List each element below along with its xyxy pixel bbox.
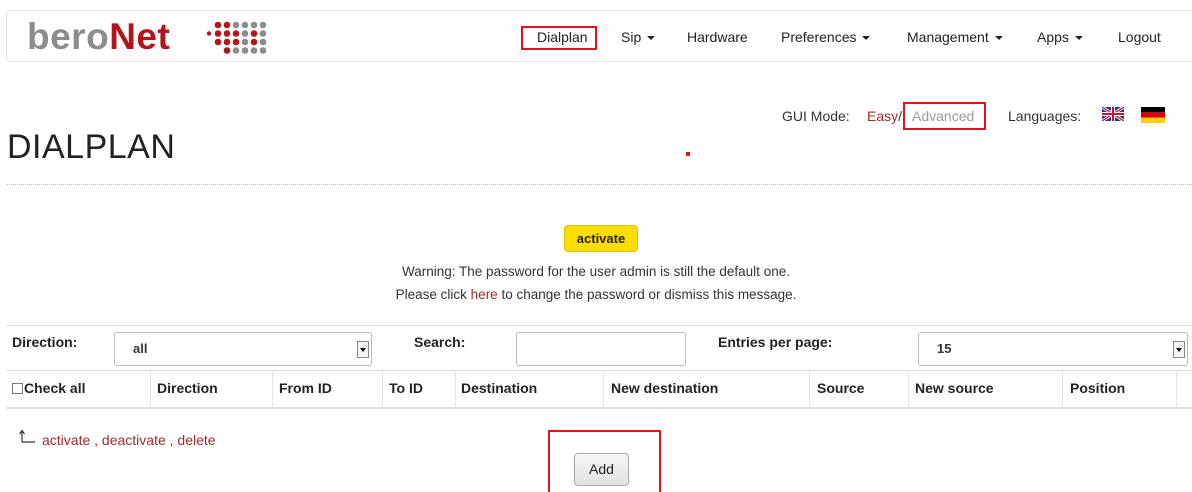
- bulk-delete-link[interactable]: delete: [177, 432, 215, 448]
- column-separator: [150, 371, 151, 408]
- divider: [7, 184, 1192, 185]
- gui-mode-label: GUI Mode:: [782, 108, 850, 124]
- bulk-separator: ,: [165, 432, 178, 448]
- caret-down-icon: [862, 36, 871, 41]
- bulk-separator: ,: [90, 432, 102, 448]
- nav-apps-label: Apps: [1037, 29, 1069, 45]
- gui-mode-easy-link[interactable]: Easy: [867, 108, 898, 124]
- column-header-new-source[interactable]: New source: [915, 380, 994, 396]
- nav-logout-label: Logout: [1118, 29, 1161, 45]
- change-password-link[interactable]: here: [471, 287, 498, 302]
- warning-line2-post: to change the password or dismiss this m…: [497, 287, 797, 302]
- caret-down-icon: [1074, 36, 1083, 41]
- column-separator: [272, 371, 273, 408]
- column-header-to-id[interactable]: To ID: [389, 380, 423, 396]
- uk-flag-icon[interactable]: [1102, 107, 1124, 121]
- check-all-checkbox[interactable]: [12, 383, 23, 394]
- caret-down-icon: [994, 36, 1003, 41]
- nav-preferences-label: Preferences: [781, 29, 857, 45]
- highlight-advanced: [903, 102, 986, 130]
- bulk-activate-link[interactable]: activate: [42, 432, 90, 448]
- highlight-dialplan: [521, 26, 597, 50]
- nav-sip[interactable]: Sip: [621, 11, 656, 63]
- column-header-source[interactable]: Source: [817, 380, 864, 396]
- warning-line2: Please click here to change the password…: [0, 287, 1192, 302]
- column-header-new-destination[interactable]: New destination: [611, 380, 718, 396]
- nav-hardware[interactable]: Hardware: [687, 11, 748, 63]
- activate-button[interactable]: activate: [564, 225, 638, 252]
- brand-logo[interactable]: beroNet: [27, 15, 170, 59]
- direction-select[interactable]: all: [114, 332, 372, 366]
- dropdown-arrow-icon: [1173, 341, 1185, 358]
- direction-label: Direction:: [12, 334, 78, 350]
- warning-line2-pre: Please click: [395, 287, 471, 302]
- nav-sip-label: Sip: [621, 29, 642, 45]
- nav-management[interactable]: Management: [907, 11, 1003, 63]
- direction-select-value: all: [133, 341, 148, 356]
- column-separator: [1176, 371, 1177, 408]
- nav-apps[interactable]: Apps: [1037, 11, 1083, 63]
- column-separator: [455, 371, 456, 408]
- languages-label: Languages:: [1008, 108, 1082, 124]
- bulk-actions: activate , deactivate , delete: [42, 432, 216, 448]
- corner-arrow-up-icon: [19, 429, 35, 443]
- page-title: DIALPLAN: [7, 128, 176, 166]
- navbar: beroNet Dialplan Sip Hardware Preference…: [6, 10, 1192, 62]
- column-header-destination[interactable]: Destination: [461, 380, 537, 396]
- column-separator: [1062, 371, 1063, 408]
- column-header-from-id[interactable]: From ID: [279, 380, 332, 396]
- entries-per-page-label: Entries per page:: [718, 334, 833, 350]
- bulk-deactivate-link[interactable]: deactivate: [102, 432, 166, 448]
- search-label: Search:: [414, 334, 466, 350]
- dropdown-arrow-icon: [357, 341, 369, 358]
- gui-mode: GUI Mode:: [782, 108, 850, 124]
- warning-line1: Warning: The password for the user admin…: [402, 264, 790, 279]
- column-separator: [603, 371, 604, 408]
- check-all-label: Check all: [24, 380, 86, 396]
- brand-logo-part1: bero: [27, 16, 110, 57]
- logo-dots-icon: [207, 21, 267, 54]
- caret-down-icon: [647, 36, 656, 41]
- gui-mode-separator: /: [898, 108, 903, 124]
- german-flag-icon[interactable]: [1141, 107, 1165, 123]
- red-dot: [686, 152, 690, 156]
- search-input[interactable]: [516, 332, 686, 366]
- brand-logo-part2: Net: [109, 16, 171, 57]
- column-separator: [809, 371, 810, 408]
- entries-per-page-select[interactable]: 15: [918, 332, 1188, 366]
- nav-hardware-label: Hardware: [687, 29, 748, 45]
- nav-management-label: Management: [907, 29, 989, 45]
- gui-mode-switch: Easy/: [867, 108, 902, 124]
- entries-per-page-value: 15: [937, 341, 952, 356]
- column-separator: [382, 371, 383, 408]
- nav-preferences[interactable]: Preferences: [781, 11, 871, 63]
- highlight-add: [548, 430, 661, 492]
- column-separator: [908, 371, 909, 408]
- nav-logout[interactable]: Logout: [1118, 11, 1161, 63]
- column-header-direction[interactable]: Direction: [157, 380, 218, 396]
- column-header-position[interactable]: Position: [1070, 380, 1125, 396]
